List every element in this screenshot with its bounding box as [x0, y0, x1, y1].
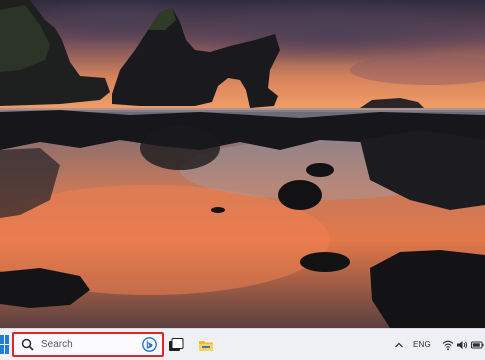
- start-pane: [0, 345, 4, 354]
- wifi-icon[interactable]: [442, 339, 454, 351]
- battery-icon[interactable]: [471, 339, 484, 351]
- start-pane: [5, 335, 9, 344]
- desktop-wallpaper: [0, 0, 485, 328]
- windows-logo-icon[interactable]: [0, 334, 9, 356]
- language-indicator[interactable]: ENG: [413, 340, 431, 349]
- task-view-icon[interactable]: [168, 337, 184, 353]
- wallpaper-image: [0, 0, 485, 328]
- taskbar-search-box[interactable]: Search: [12, 332, 164, 357]
- start-pane: [5, 345, 9, 354]
- file-explorer-icon[interactable]: [198, 337, 214, 353]
- start-pane: [0, 335, 4, 344]
- search-icon: [21, 338, 34, 351]
- volume-icon[interactable]: [456, 339, 468, 351]
- chevron-up-icon[interactable]: [394, 339, 404, 351]
- search-label: Search: [41, 339, 73, 350]
- taskbar: Search ENG: [0, 328, 485, 360]
- bing-icon[interactable]: [142, 337, 157, 352]
